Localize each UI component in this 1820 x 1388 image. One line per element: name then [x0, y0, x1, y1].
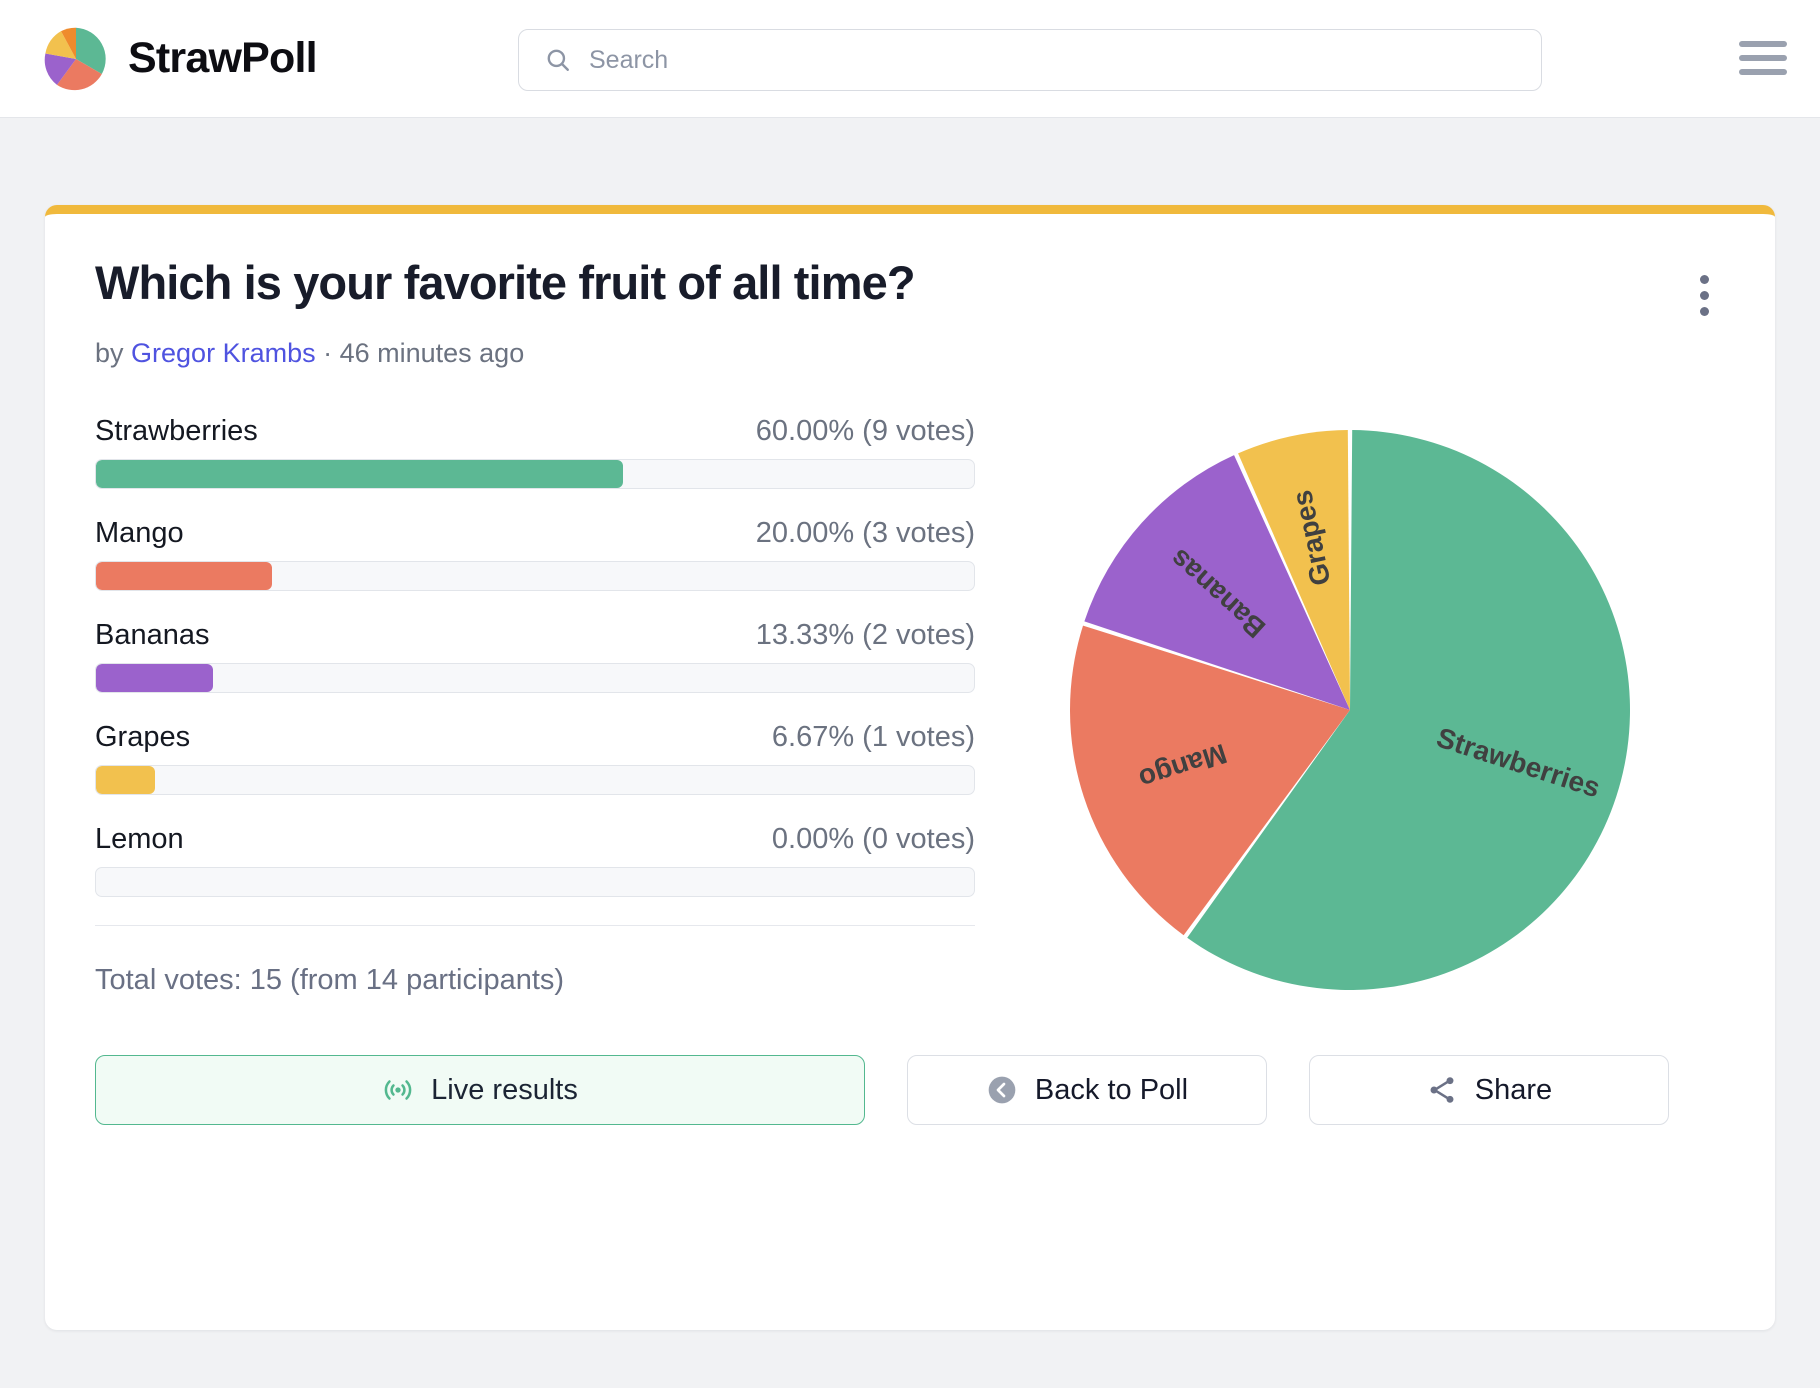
- result-row-bananas: Bananas 13.33% (2 votes): [95, 619, 975, 693]
- kebab-dot: [1700, 307, 1709, 316]
- result-bar-track: [95, 459, 975, 489]
- result-label: Grapes: [95, 721, 190, 754]
- result-bar-fill: [96, 562, 272, 590]
- share-nodes-icon: [1426, 1074, 1458, 1106]
- result-bar-track: [95, 867, 975, 897]
- result-header: Bananas 13.33% (2 votes): [95, 619, 975, 652]
- poll-card: Which is your favorite fruit of all time…: [45, 205, 1775, 1330]
- live-results-label: Live results: [431, 1074, 578, 1107]
- action-buttons: Live results Back to Poll Share: [95, 1055, 1725, 1125]
- results-list: Strawberries 60.00% (9 votes) Mango 20.0…: [95, 415, 975, 997]
- result-value: 6.67% (1 votes): [772, 721, 975, 754]
- byline-suffix: · 46 minutes ago: [316, 338, 525, 368]
- result-label: Mango: [95, 517, 184, 550]
- result-label: Strawberries: [95, 415, 258, 448]
- kebab-dot: [1700, 275, 1709, 284]
- result-bar-track: [95, 561, 975, 591]
- result-bar-track: [95, 663, 975, 693]
- kebab-menu-icon[interactable]: [1683, 268, 1725, 322]
- author-link[interactable]: Gregor Krambs: [131, 338, 316, 368]
- back-to-poll-button[interactable]: Back to Poll: [907, 1055, 1267, 1125]
- hamburger-line: [1739, 55, 1787, 61]
- pie-chart-svg: StrawberriesMangoBananasGrapes: [1065, 425, 1635, 995]
- pie-chart: StrawberriesMangoBananasGrapes: [1065, 425, 1635, 995]
- result-value: 13.33% (2 votes): [756, 619, 975, 652]
- hamburger-line: [1739, 69, 1787, 75]
- result-value: 0.00% (0 votes): [772, 823, 975, 856]
- circle-arrow-left-icon: [986, 1074, 1018, 1106]
- result-bar-fill: [96, 766, 155, 794]
- brand-name: StrawPoll: [128, 34, 317, 83]
- result-row-strawberries: Strawberries 60.00% (9 votes): [95, 415, 975, 489]
- live-results-button[interactable]: Live results: [95, 1055, 865, 1125]
- search-input[interactable]: [589, 46, 1485, 75]
- kebab-dot: [1700, 291, 1709, 300]
- search-icon: [545, 47, 571, 73]
- poll-header: Which is your favorite fruit of all time…: [95, 256, 1725, 322]
- result-label: Lemon: [95, 823, 184, 856]
- result-row-mango: Mango 20.00% (3 votes): [95, 517, 975, 591]
- result-header: Strawberries 60.00% (9 votes): [95, 415, 975, 448]
- result-label: Bananas: [95, 619, 210, 652]
- result-value: 60.00% (9 votes): [756, 415, 975, 448]
- brand-logo-link[interactable]: StrawPoll: [42, 25, 317, 93]
- result-value: 20.00% (3 votes): [756, 517, 975, 550]
- divider: [95, 925, 975, 926]
- result-header: Mango 20.00% (3 votes): [95, 517, 975, 550]
- pie-chart-logo-icon: [42, 25, 110, 93]
- total-votes-text: Total votes: 15 (from 14 participants): [95, 964, 975, 997]
- result-header: Grapes 6.67% (1 votes): [95, 721, 975, 754]
- result-bar-fill: [96, 664, 213, 692]
- result-header: Lemon 0.00% (0 votes): [95, 823, 975, 856]
- hamburger-line: [1739, 41, 1787, 47]
- result-row-lemon: Lemon 0.00% (0 votes): [95, 823, 975, 897]
- back-to-poll-label: Back to Poll: [1035, 1074, 1188, 1107]
- share-label: Share: [1475, 1074, 1552, 1107]
- hamburger-menu-icon[interactable]: [1736, 36, 1790, 80]
- page-title: Which is your favorite fruit of all time…: [95, 256, 915, 310]
- search-box[interactable]: [518, 29, 1542, 91]
- broadcast-icon: [382, 1074, 414, 1106]
- share-button[interactable]: Share: [1309, 1055, 1669, 1125]
- search-container: [518, 29, 1542, 91]
- top-navigation-bar: StrawPoll: [0, 0, 1820, 118]
- result-bar-fill: [96, 460, 623, 488]
- result-row-grapes: Grapes 6.67% (1 votes): [95, 721, 975, 795]
- pie-chart-container: StrawberriesMangoBananasGrapes: [975, 415, 1725, 997]
- poll-byline: by Gregor Krambs · 46 minutes ago: [95, 338, 1725, 369]
- result-bar-track: [95, 765, 975, 795]
- poll-body: Strawberries 60.00% (9 votes) Mango 20.0…: [95, 415, 1725, 997]
- byline-prefix: by: [95, 338, 131, 368]
